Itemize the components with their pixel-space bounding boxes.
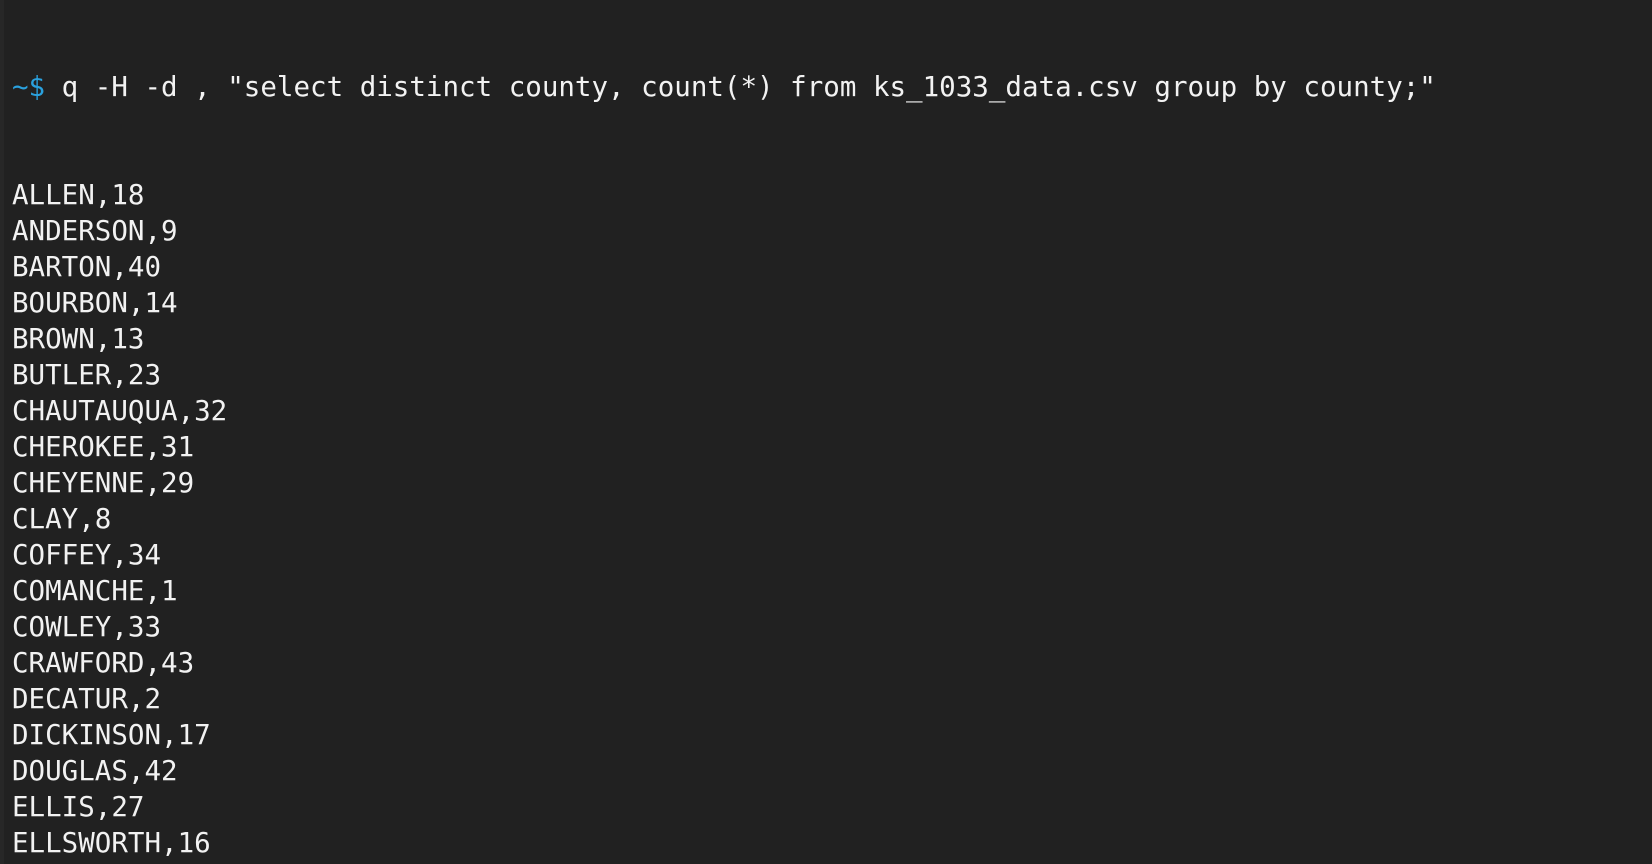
output-line: DICKINSON,17 bbox=[12, 719, 211, 751]
output-line: CHEROKEE,31 bbox=[12, 431, 195, 463]
output-line: ELLIS,27 bbox=[12, 791, 145, 823]
output-line: COWLEY,33 bbox=[12, 611, 162, 643]
output-line: BROWN,13 bbox=[12, 323, 145, 355]
output-line: CLAY,8 bbox=[12, 503, 112, 535]
output-line: ELLSWORTH,16 bbox=[12, 827, 211, 859]
terminal-left-edge bbox=[0, 0, 4, 864]
shell-prompt: ~$ bbox=[12, 71, 46, 103]
output-line: BUTLER,23 bbox=[12, 359, 162, 391]
output-line: COMANCHE,1 bbox=[12, 575, 178, 607]
output-line: DECATUR,2 bbox=[12, 683, 162, 715]
output-line: ANDERSON,9 bbox=[12, 215, 178, 247]
terminal-screen[interactable]: ~$ q -H -d , "select distinct county, co… bbox=[12, 0, 1652, 864]
command-line: ~$ q -H -d , "select distinct county, co… bbox=[12, 69, 1652, 105]
output-line: COFFEY,34 bbox=[12, 539, 162, 571]
output-line: CHAUTAUQUA,32 bbox=[12, 395, 228, 427]
output-line: ALLEN,18 bbox=[12, 179, 145, 211]
terminal-window[interactable]: ~$ q -H -d , "select distinct county, co… bbox=[0, 0, 1652, 864]
output-line: DOUGLAS,42 bbox=[12, 755, 178, 787]
output-line: BOURBON,14 bbox=[12, 287, 178, 319]
output-line: CRAWFORD,43 bbox=[12, 647, 195, 679]
command-text: q -H -d , "select distinct county, count… bbox=[45, 71, 1436, 103]
output-line: CHEYENNE,29 bbox=[12, 467, 195, 499]
command-output: ALLEN,18 ANDERSON,9 BARTON,40 BOURBON,14 BRO… bbox=[12, 177, 1652, 864]
output-line: BARTON,40 bbox=[12, 251, 162, 283]
